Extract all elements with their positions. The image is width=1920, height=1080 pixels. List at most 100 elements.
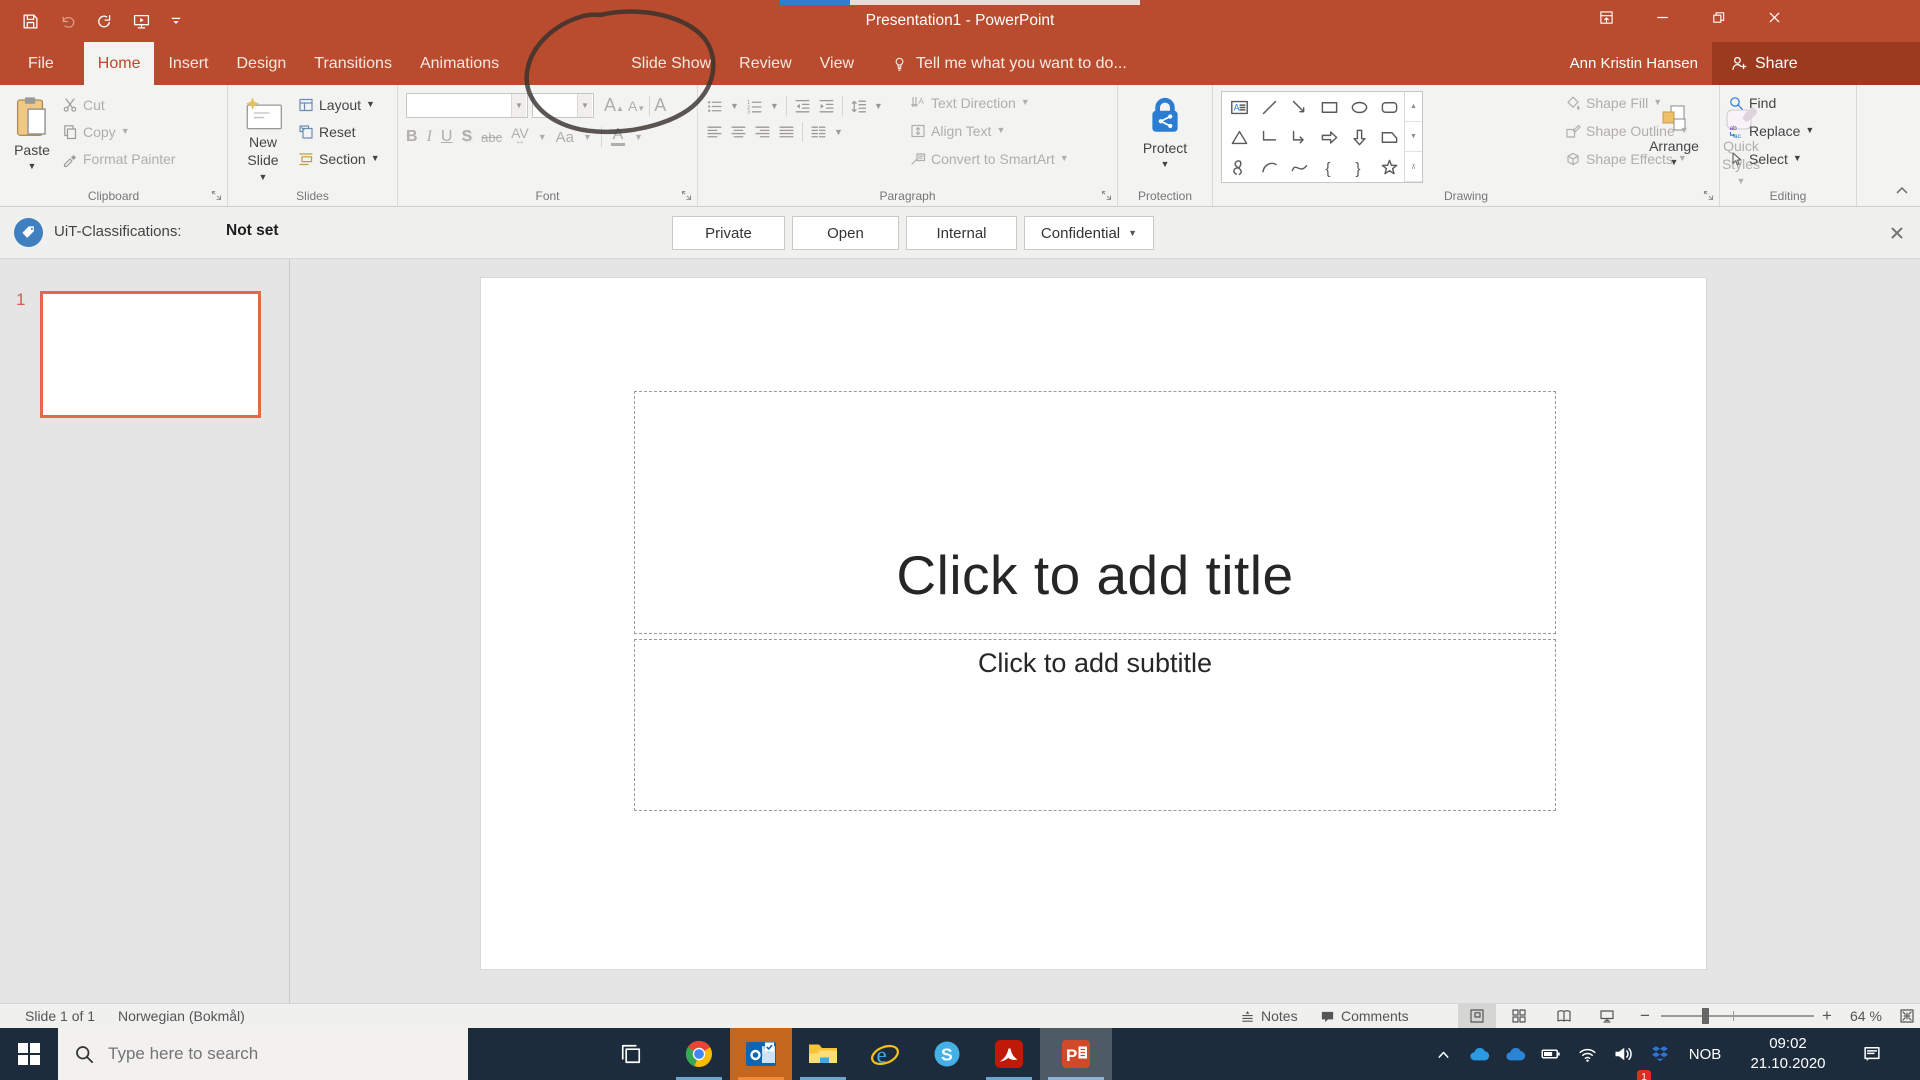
strikethrough-button[interactable]: abc [481, 130, 502, 145]
start-button[interactable] [0, 1028, 58, 1080]
classification-open-button[interactable]: Open [792, 216, 899, 250]
layout-button[interactable]: Layout▼ [298, 93, 380, 116]
clipboard-dialog-launcher-icon[interactable] [210, 189, 223, 202]
taskbar-skype[interactable]: S [916, 1028, 978, 1080]
justify-icon[interactable] [778, 124, 795, 141]
tab-design[interactable]: Design [222, 42, 300, 85]
grow-font-button[interactable]: A▲ [604, 95, 624, 116]
section-button[interactable]: Section▼ [298, 147, 380, 170]
title-placeholder[interactable]: Click to add title [634, 391, 1556, 634]
columns-icon[interactable] [810, 124, 827, 141]
classification-close-icon[interactable] [1889, 225, 1905, 241]
shape-fill-button[interactable]: Shape Fill▼ [1565, 91, 1689, 114]
shape-curve[interactable] [1284, 152, 1314, 182]
minimize-button[interactable] [1634, 0, 1690, 34]
taskbar-powerpoint[interactable]: P [1040, 1028, 1112, 1080]
format-painter-button[interactable]: Format Painter [62, 147, 176, 170]
cut-button[interactable]: Cut [62, 93, 176, 116]
user-account[interactable]: Ann Kristin Hansen [1570, 55, 1698, 72]
shape-rectangle[interactable] [1314, 92, 1344, 122]
tray-battery[interactable] [1534, 1028, 1568, 1080]
bullets-icon[interactable] [706, 98, 723, 115]
shrink-font-button[interactable]: A▼ [628, 98, 645, 114]
tray-show-hidden-icons[interactable] [1425, 1028, 1461, 1080]
shape-gallery-scroll-down[interactable]: ▼ [1405, 122, 1422, 152]
comments-toggle[interactable]: Comments [1320, 1004, 1409, 1028]
font-size-input[interactable] [533, 94, 577, 117]
font-name-input[interactable] [407, 94, 511, 117]
font-size-combo[interactable]: ▼ [532, 93, 594, 118]
select-button[interactable]: Select▼ [1728, 147, 1814, 170]
tab-insert[interactable]: Insert [154, 42, 222, 85]
reset-button[interactable]: Reset [298, 120, 380, 143]
protect-button[interactable]: Protect ▼ [1118, 89, 1212, 185]
classification-internal-button[interactable]: Internal [906, 216, 1017, 250]
shape-outline-button[interactable]: Shape Outline▼ [1565, 119, 1689, 142]
taskbar-outlook[interactable] [730, 1028, 792, 1080]
language-status[interactable]: Norwegian (Bokmål) [118, 1004, 245, 1028]
classification-confidential-button[interactable]: Confidential▼ [1024, 216, 1154, 250]
find-button[interactable]: Find [1728, 91, 1814, 114]
close-button[interactable] [1746, 0, 1802, 34]
ribbon-display-options-button[interactable] [1578, 0, 1634, 34]
align-center-icon[interactable] [730, 124, 747, 141]
replace-button[interactable]: abacReplace▼ [1728, 119, 1814, 142]
paste-button[interactable]: Paste ▼ [6, 89, 58, 185]
zoom-out-button[interactable]: − [1640, 1004, 1650, 1028]
italic-button[interactable]: I [427, 128, 432, 146]
reading-view-button[interactable] [1545, 1004, 1583, 1028]
zoom-in-button[interactable]: + [1822, 1004, 1832, 1028]
tray-onedrive-personal[interactable] [1461, 1028, 1497, 1080]
notes-toggle[interactable]: Notes [1240, 1004, 1298, 1028]
taskbar-chrome[interactable] [668, 1028, 730, 1080]
font-dialog-launcher-icon[interactable] [680, 189, 693, 202]
paragraph-dialog-launcher-icon[interactable] [1100, 189, 1113, 202]
bold-button[interactable]: B [406, 128, 418, 146]
clear-formatting-button[interactable]: A [654, 95, 666, 116]
shape-elbow-connector[interactable] [1254, 122, 1284, 152]
normal-view-button[interactable] [1458, 1004, 1496, 1028]
shape-gallery-scroll-up[interactable]: ▲ [1405, 92, 1422, 122]
align-right-icon[interactable] [754, 124, 771, 141]
tray-language-indicator[interactable]: NOB [1682, 1028, 1728, 1080]
tray-network[interactable] [1570, 1028, 1604, 1080]
numbering-icon[interactable]: 123 [746, 98, 763, 115]
shape-left-brace[interactable]: { [1314, 152, 1344, 182]
convert-smartart-button[interactable]: Convert to SmartArt▼ [910, 147, 1069, 170]
taskbar-search[interactable] [58, 1028, 468, 1080]
tab-home[interactable]: Home [84, 42, 155, 85]
change-case-button[interactable]: Aa [556, 129, 574, 146]
shape-oval[interactable] [1344, 92, 1374, 122]
character-spacing-button[interactable]: AV↔ [511, 129, 529, 146]
font-name-combo[interactable]: ▼ [406, 93, 528, 118]
decrease-indent-icon[interactable] [794, 98, 811, 115]
shape-down-arrow[interactable] [1344, 122, 1374, 152]
tell-me-box[interactable]: Tell me what you want to do... [892, 42, 1127, 85]
slide-show-view-button[interactable] [1588, 1004, 1626, 1028]
zoom-slider-track[interactable] [1661, 1015, 1814, 1017]
tray-dropbox[interactable]: 1 [1643, 1028, 1677, 1080]
task-view-button[interactable] [606, 1028, 656, 1080]
tab-file[interactable]: File [14, 42, 68, 85]
shape-elbow-arrow-connector[interactable] [1284, 122, 1314, 152]
shape-right-arrow[interactable] [1314, 122, 1344, 152]
align-text-button[interactable]: Align Text▼ [910, 119, 1069, 142]
shape-freeform[interactable] [1374, 122, 1404, 152]
taskbar-file-explorer[interactable] [792, 1028, 854, 1080]
shape-line-arrow[interactable] [1284, 92, 1314, 122]
line-spacing-icon[interactable] [850, 98, 867, 115]
shape-rounded-rectangle[interactable] [1374, 92, 1404, 122]
subtitle-placeholder[interactable]: Click to add subtitle [634, 639, 1556, 811]
tray-volume[interactable] [1606, 1028, 1640, 1080]
collapse-ribbon-icon[interactable] [1894, 182, 1910, 198]
shape-text-box[interactable]: A [1224, 92, 1254, 122]
shape-scribble[interactable] [1224, 152, 1254, 182]
new-slide-button[interactable]: New Slide ▼ [232, 89, 294, 185]
classification-private-button[interactable]: Private [672, 216, 785, 250]
shape-line[interactable] [1254, 92, 1284, 122]
shape-arc[interactable] [1254, 152, 1284, 182]
fit-slide-to-window-button[interactable] [1894, 1004, 1920, 1028]
shape-gallery-more-button[interactable]: ⊼ [1405, 152, 1422, 182]
taskbar-acrobat[interactable] [978, 1028, 1040, 1080]
text-shadow-button[interactable]: S [461, 128, 472, 146]
